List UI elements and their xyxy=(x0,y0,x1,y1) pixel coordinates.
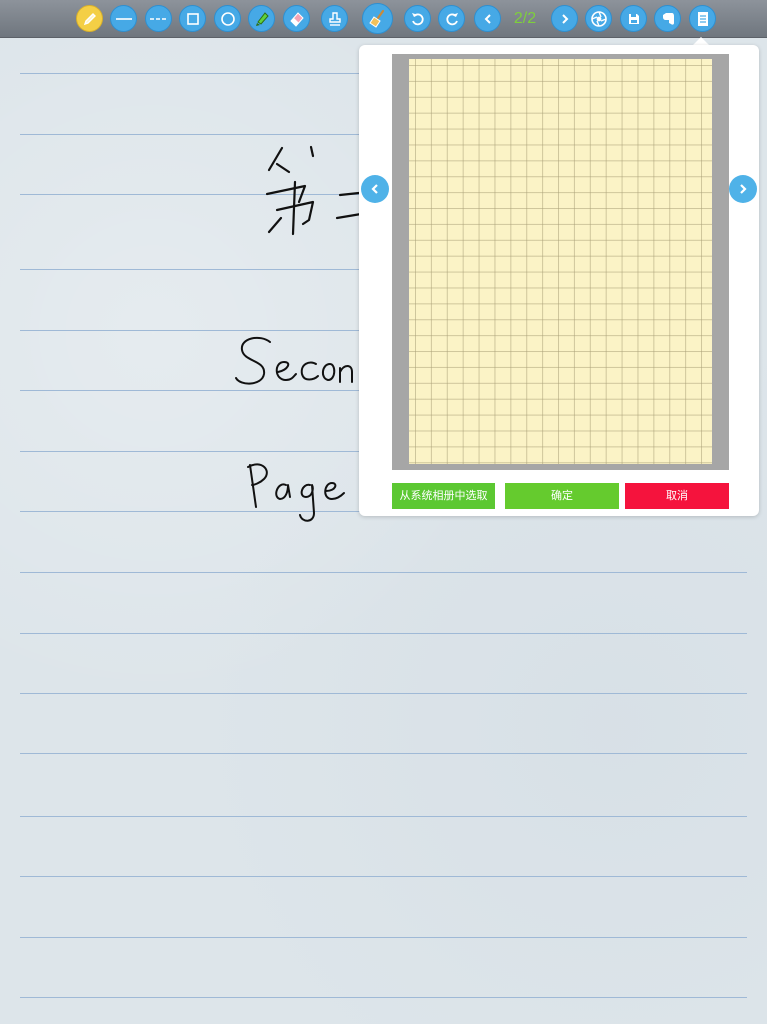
cancel-button[interactable]: 取消 xyxy=(625,483,729,509)
stamp-icon xyxy=(328,11,341,26)
next-page-icon xyxy=(561,13,568,24)
handwriting-stroke xyxy=(265,145,363,236)
paper-template-popover: 从系统相册中选取 确定 取消 xyxy=(359,45,759,516)
next-template-button[interactable] xyxy=(729,175,757,203)
chevron-right-icon xyxy=(740,184,747,194)
previous-page-button[interactable] xyxy=(474,5,501,32)
ruled-line xyxy=(20,753,747,754)
next-page-button[interactable] xyxy=(551,5,578,32)
circle-icon xyxy=(220,11,235,26)
template-preview-frame xyxy=(392,54,729,470)
page-counter: 2/2 xyxy=(513,10,537,27)
save-icon xyxy=(628,13,639,24)
toolbar: 2/2 xyxy=(0,0,767,38)
popover-caret xyxy=(693,37,709,45)
pencil-button[interactable] xyxy=(76,5,103,32)
undo-icon xyxy=(411,12,424,25)
ruled-line xyxy=(20,937,747,938)
ruled-line xyxy=(20,876,747,877)
share-button[interactable] xyxy=(585,5,612,32)
undo-button[interactable] xyxy=(404,5,431,32)
circle-tool-button[interactable] xyxy=(214,5,241,32)
evernote-button[interactable] xyxy=(654,5,681,32)
redo-icon xyxy=(445,12,458,25)
clear-canvas-button[interactable] xyxy=(362,3,393,34)
confirm-button[interactable]: 确定 xyxy=(505,483,619,509)
dashed-line-icon xyxy=(149,17,168,20)
rectangle-tool-button[interactable] xyxy=(179,5,206,32)
save-button[interactable] xyxy=(620,5,647,32)
highlighter-tool-button[interactable] xyxy=(248,5,275,32)
stamp-tool-button[interactable] xyxy=(321,5,348,32)
handwriting-stroke xyxy=(247,463,345,522)
ruled-line xyxy=(20,997,747,998)
choose-from-album-button[interactable]: 从系统相册中选取 xyxy=(392,483,495,509)
previous-page-icon xyxy=(484,13,491,24)
previous-template-button[interactable] xyxy=(361,175,389,203)
broom-icon xyxy=(368,9,384,28)
ruled-line xyxy=(20,572,747,573)
share-icon xyxy=(590,10,607,27)
ruled-line xyxy=(20,816,747,817)
eraser-tool-button[interactable] xyxy=(283,5,310,32)
highlighter-icon xyxy=(255,11,269,26)
dashed-line-tool-button[interactable] xyxy=(145,5,172,32)
pencil-icon xyxy=(83,12,96,25)
chevron-left-icon xyxy=(371,184,378,194)
line-icon xyxy=(115,17,132,20)
eraser-icon xyxy=(289,11,304,27)
ruled-line xyxy=(20,693,747,694)
grid-paper-preview[interactable] xyxy=(409,59,712,464)
rectangle-icon xyxy=(186,12,199,25)
handwriting-stroke xyxy=(235,336,353,385)
paper-template-icon xyxy=(697,11,708,26)
evernote-icon xyxy=(662,12,674,25)
line-tool-button[interactable] xyxy=(110,5,137,32)
paper-template-button[interactable] xyxy=(689,5,716,32)
redo-button[interactable] xyxy=(438,5,465,32)
ruled-line xyxy=(20,633,747,634)
